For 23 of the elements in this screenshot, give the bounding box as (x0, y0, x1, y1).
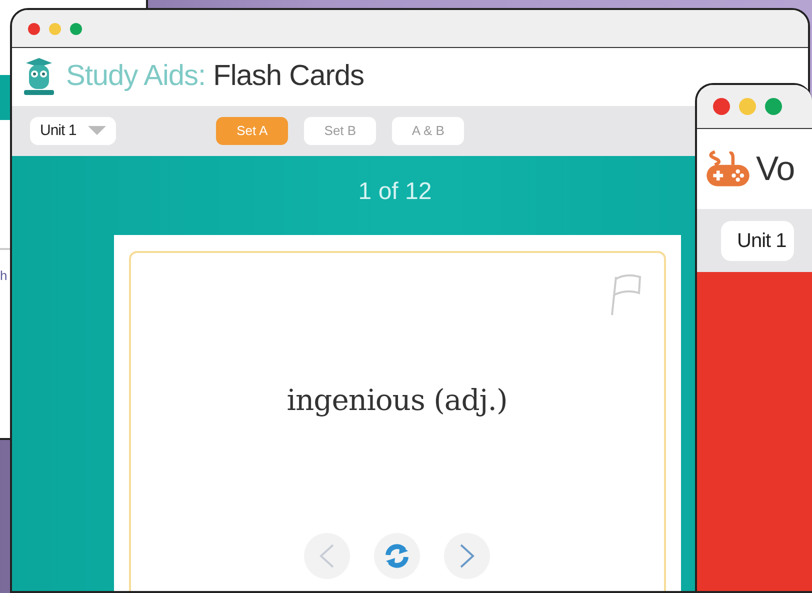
card-counter: 1 of 12 (358, 177, 432, 207)
window-title: Vo (756, 148, 795, 190)
card-term: ingenious (adj.) (286, 382, 508, 419)
minimize-icon[interactable] (49, 22, 61, 34)
close-icon[interactable] (713, 98, 730, 115)
cut-off-text: h (0, 268, 8, 283)
maximize-icon[interactable] (70, 22, 82, 34)
set-tab[interactable]: Set A (216, 117, 288, 145)
next-button[interactable] (444, 532, 490, 578)
window-title: Study Aids: Flash Cards (66, 59, 364, 94)
unit-dropdown[interactable]: Unit 1 (721, 220, 794, 260)
previous-button[interactable] (304, 532, 350, 578)
owl-icon (22, 57, 56, 97)
refresh-icon (383, 542, 411, 570)
minimize-icon[interactable] (739, 98, 756, 115)
maximize-icon[interactable] (765, 98, 782, 115)
caret-icon (88, 126, 106, 136)
set-tab[interactable]: Set B (304, 117, 376, 145)
close-icon[interactable] (28, 22, 40, 34)
gamepad-icon (705, 150, 751, 188)
flip-button[interactable] (374, 532, 420, 578)
set-tab[interactable]: A & B (392, 117, 464, 145)
unit-dropdown[interactable]: Unit 1 (30, 116, 116, 146)
